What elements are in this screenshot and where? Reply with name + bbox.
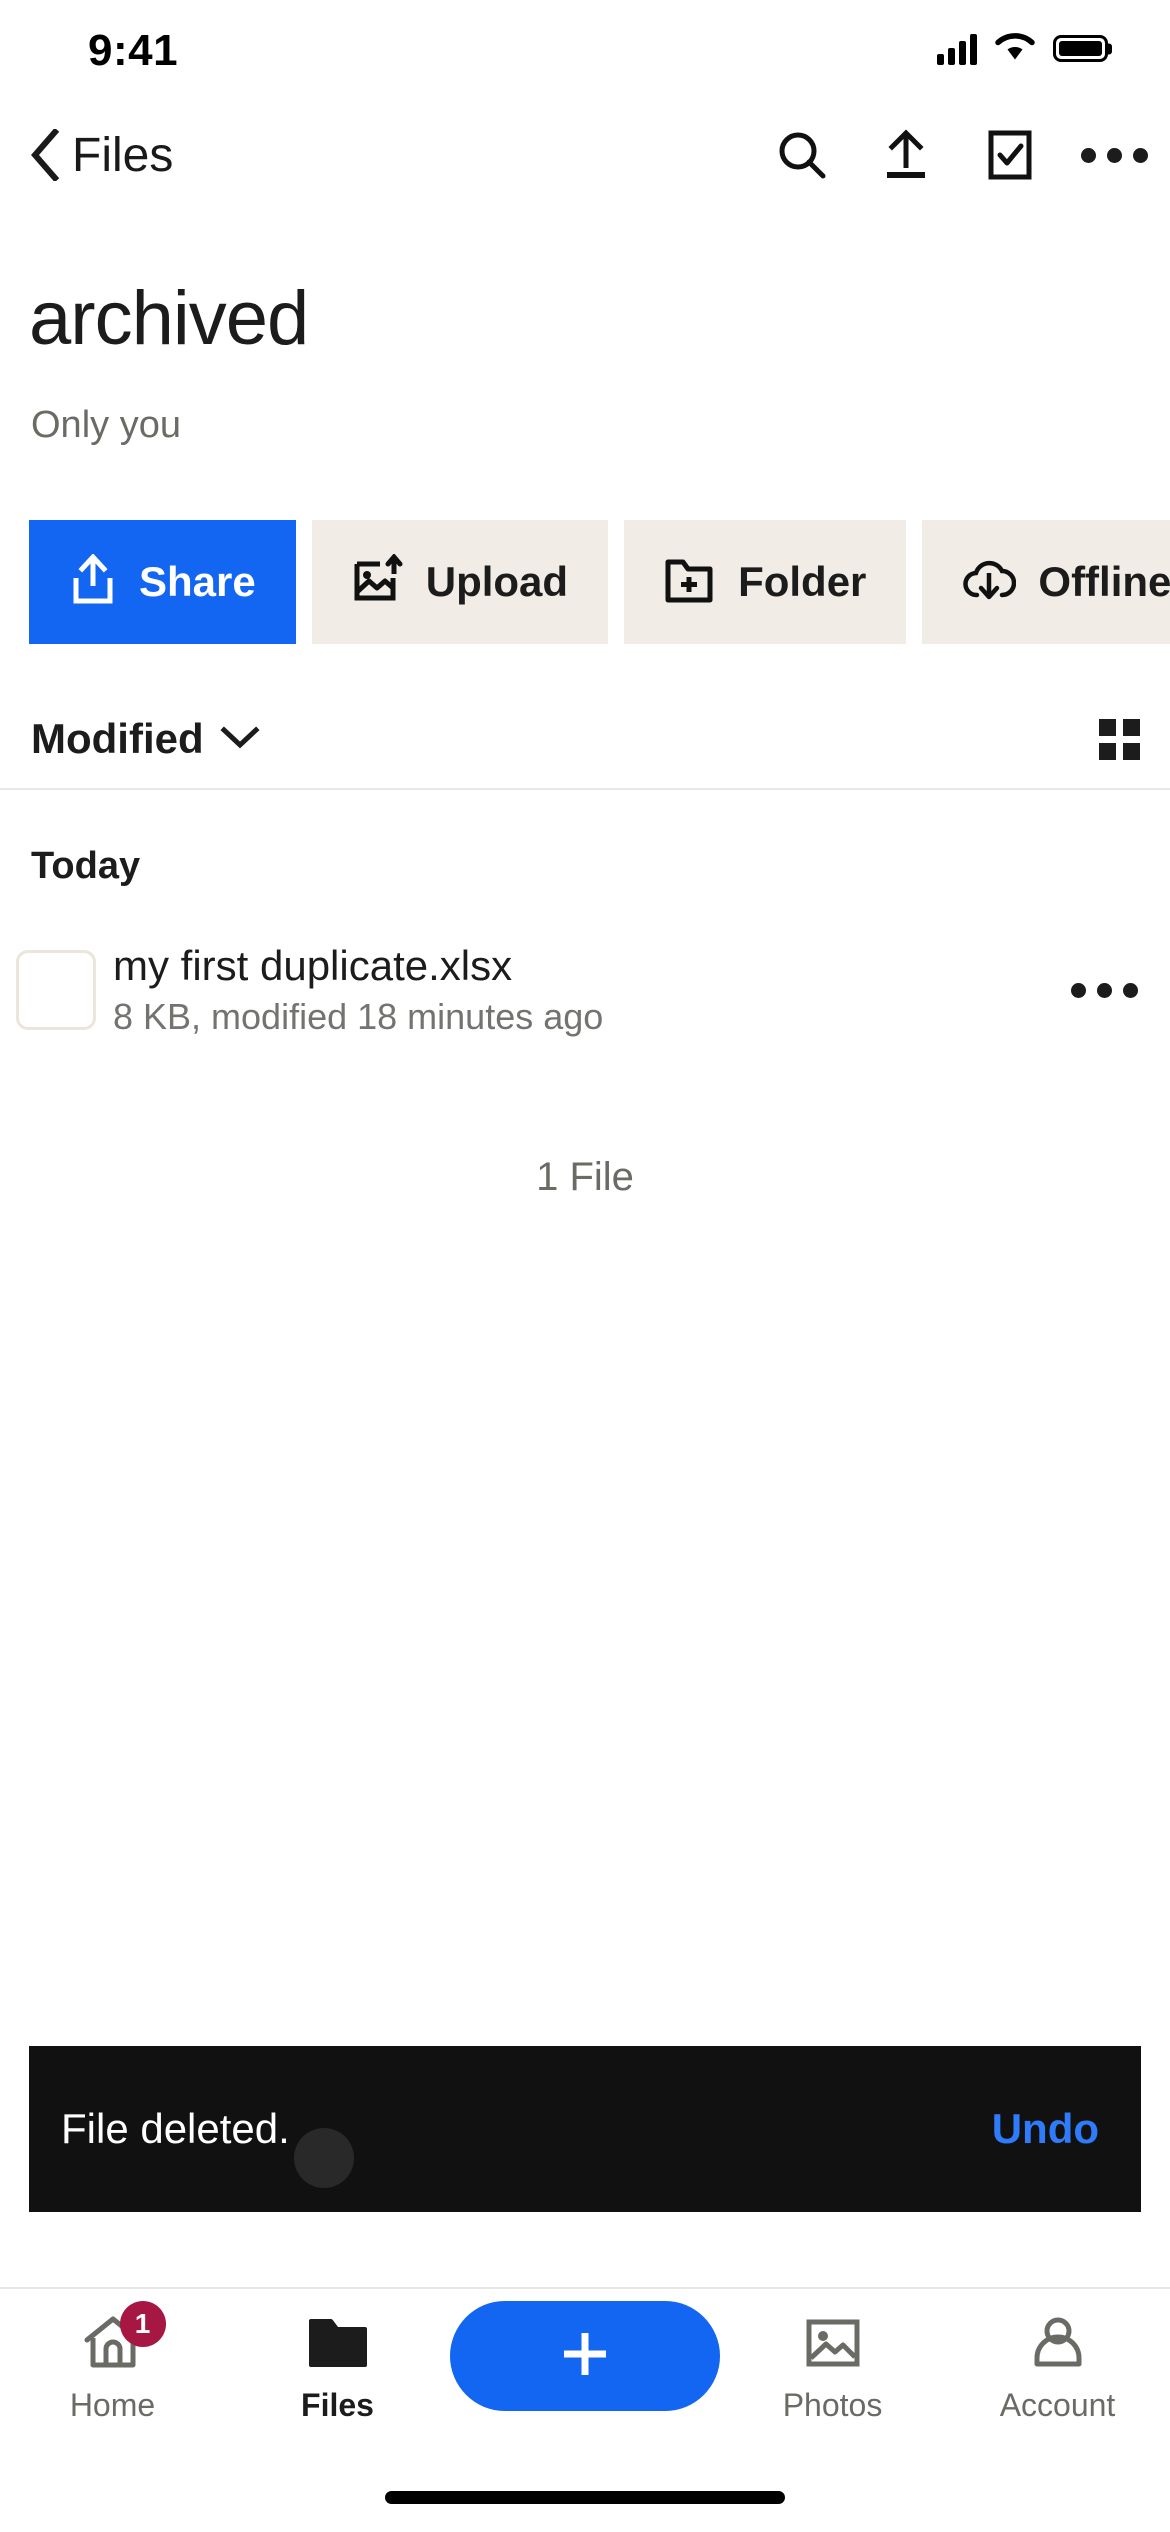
chevron-left-icon <box>30 127 60 183</box>
battery-full-icon <box>1053 35 1108 62</box>
person-icon <box>1029 2309 1087 2377</box>
touch-ripple-indicator <box>294 2128 354 2188</box>
checkbox-select-icon[interactable] <box>982 127 1038 183</box>
nav-bar: Files <box>0 100 1170 210</box>
cellular-signal-icon <box>937 33 977 65</box>
phone-screen: 9:41 Files archived Only you Share Uploa… <box>0 0 1170 2532</box>
create-fab-button[interactable] <box>450 2301 720 2411</box>
tab-photos[interactable]: Photos <box>720 2289 945 2469</box>
quick-actions-row: Share Upload Folder Offline <box>0 520 1170 644</box>
undo-button[interactable]: Undo <box>992 2105 1099 2153</box>
file-meta: 8 KB, modified 18 minutes ago <box>113 996 604 1038</box>
back-button-label: Files <box>72 128 174 182</box>
home-badge: 1 <box>119 2301 166 2347</box>
photo-icon <box>803 2309 863 2377</box>
ellipsis-horizontal-icon[interactable] <box>1080 127 1148 183</box>
file-info: my first duplicate.xlsx 8 KB, modified 1… <box>113 942 1066 1038</box>
chevron-down-icon <box>220 725 260 754</box>
home-indicator <box>385 2491 785 2504</box>
tab-files[interactable]: Files <box>225 2289 450 2469</box>
upload-button[interactable]: Upload <box>311 520 609 644</box>
file-name: my first duplicate.xlsx <box>113 941 513 989</box>
tab-home-label: Home <box>69 2387 156 2423</box>
share-upload-icon <box>69 552 117 611</box>
sort-selector[interactable]: Modified <box>31 715 260 763</box>
search-icon[interactable] <box>774 127 830 183</box>
page-subtitle: Only you <box>31 404 181 446</box>
tab-create <box>450 2289 720 2411</box>
nav-actions <box>774 100 1148 210</box>
snackbar-message: File deleted. <box>61 2105 290 2152</box>
offline-button-label: Offline <box>1038 558 1170 605</box>
sort-row: Modified <box>0 690 1170 790</box>
back-button[interactable]: Files <box>30 100 173 210</box>
upload-arrow-icon[interactable] <box>878 127 934 183</box>
tab-account[interactable]: Account <box>945 2289 1170 2469</box>
file-count-footer: 1 File <box>536 1155 634 1199</box>
file-more-icon[interactable] <box>1066 952 1142 1028</box>
status-bar: 9:41 <box>0 0 1170 100</box>
folder-icon <box>307 2309 369 2377</box>
tab-photos-label: Photos <box>782 2387 883 2423</box>
plus-icon <box>557 2326 613 2387</box>
page-title: archived <box>29 276 309 361</box>
cloud-download-icon <box>962 557 1017 608</box>
offline-button[interactable]: Offline <box>922 520 1170 644</box>
snackbar: File deleted. Undo <box>29 2046 1141 2212</box>
folder-button[interactable]: Folder <box>624 520 907 644</box>
file-thumbnail-placeholder[interactable] <box>16 950 96 1030</box>
upload-button-label: Upload <box>425 558 569 605</box>
group-header-today: Today <box>31 845 141 887</box>
tab-home[interactable]: 1 Home <box>0 2289 225 2469</box>
grid-view-icon[interactable] <box>1099 718 1140 760</box>
sort-label: Modified <box>31 715 204 762</box>
status-indicators <box>937 30 1108 67</box>
folder-button-label: Folder <box>738 558 867 605</box>
home-icon: 1 <box>82 2301 166 2377</box>
tab-account-label: Account <box>999 2387 1116 2423</box>
share-button[interactable]: Share <box>29 520 296 644</box>
image-upload-icon <box>352 552 404 611</box>
tab-files-label: Files <box>301 2387 374 2423</box>
table-row[interactable]: my first duplicate.xlsx 8 KB, modified 1… <box>0 920 1170 1060</box>
wifi-icon <box>994 30 1036 67</box>
folder-plus-icon <box>664 556 716 609</box>
status-time: 9:41 <box>88 26 179 75</box>
share-button-label: Share <box>139 558 256 605</box>
tab-bar: 1 Home Files Photos Account <box>0 2287 1170 2467</box>
